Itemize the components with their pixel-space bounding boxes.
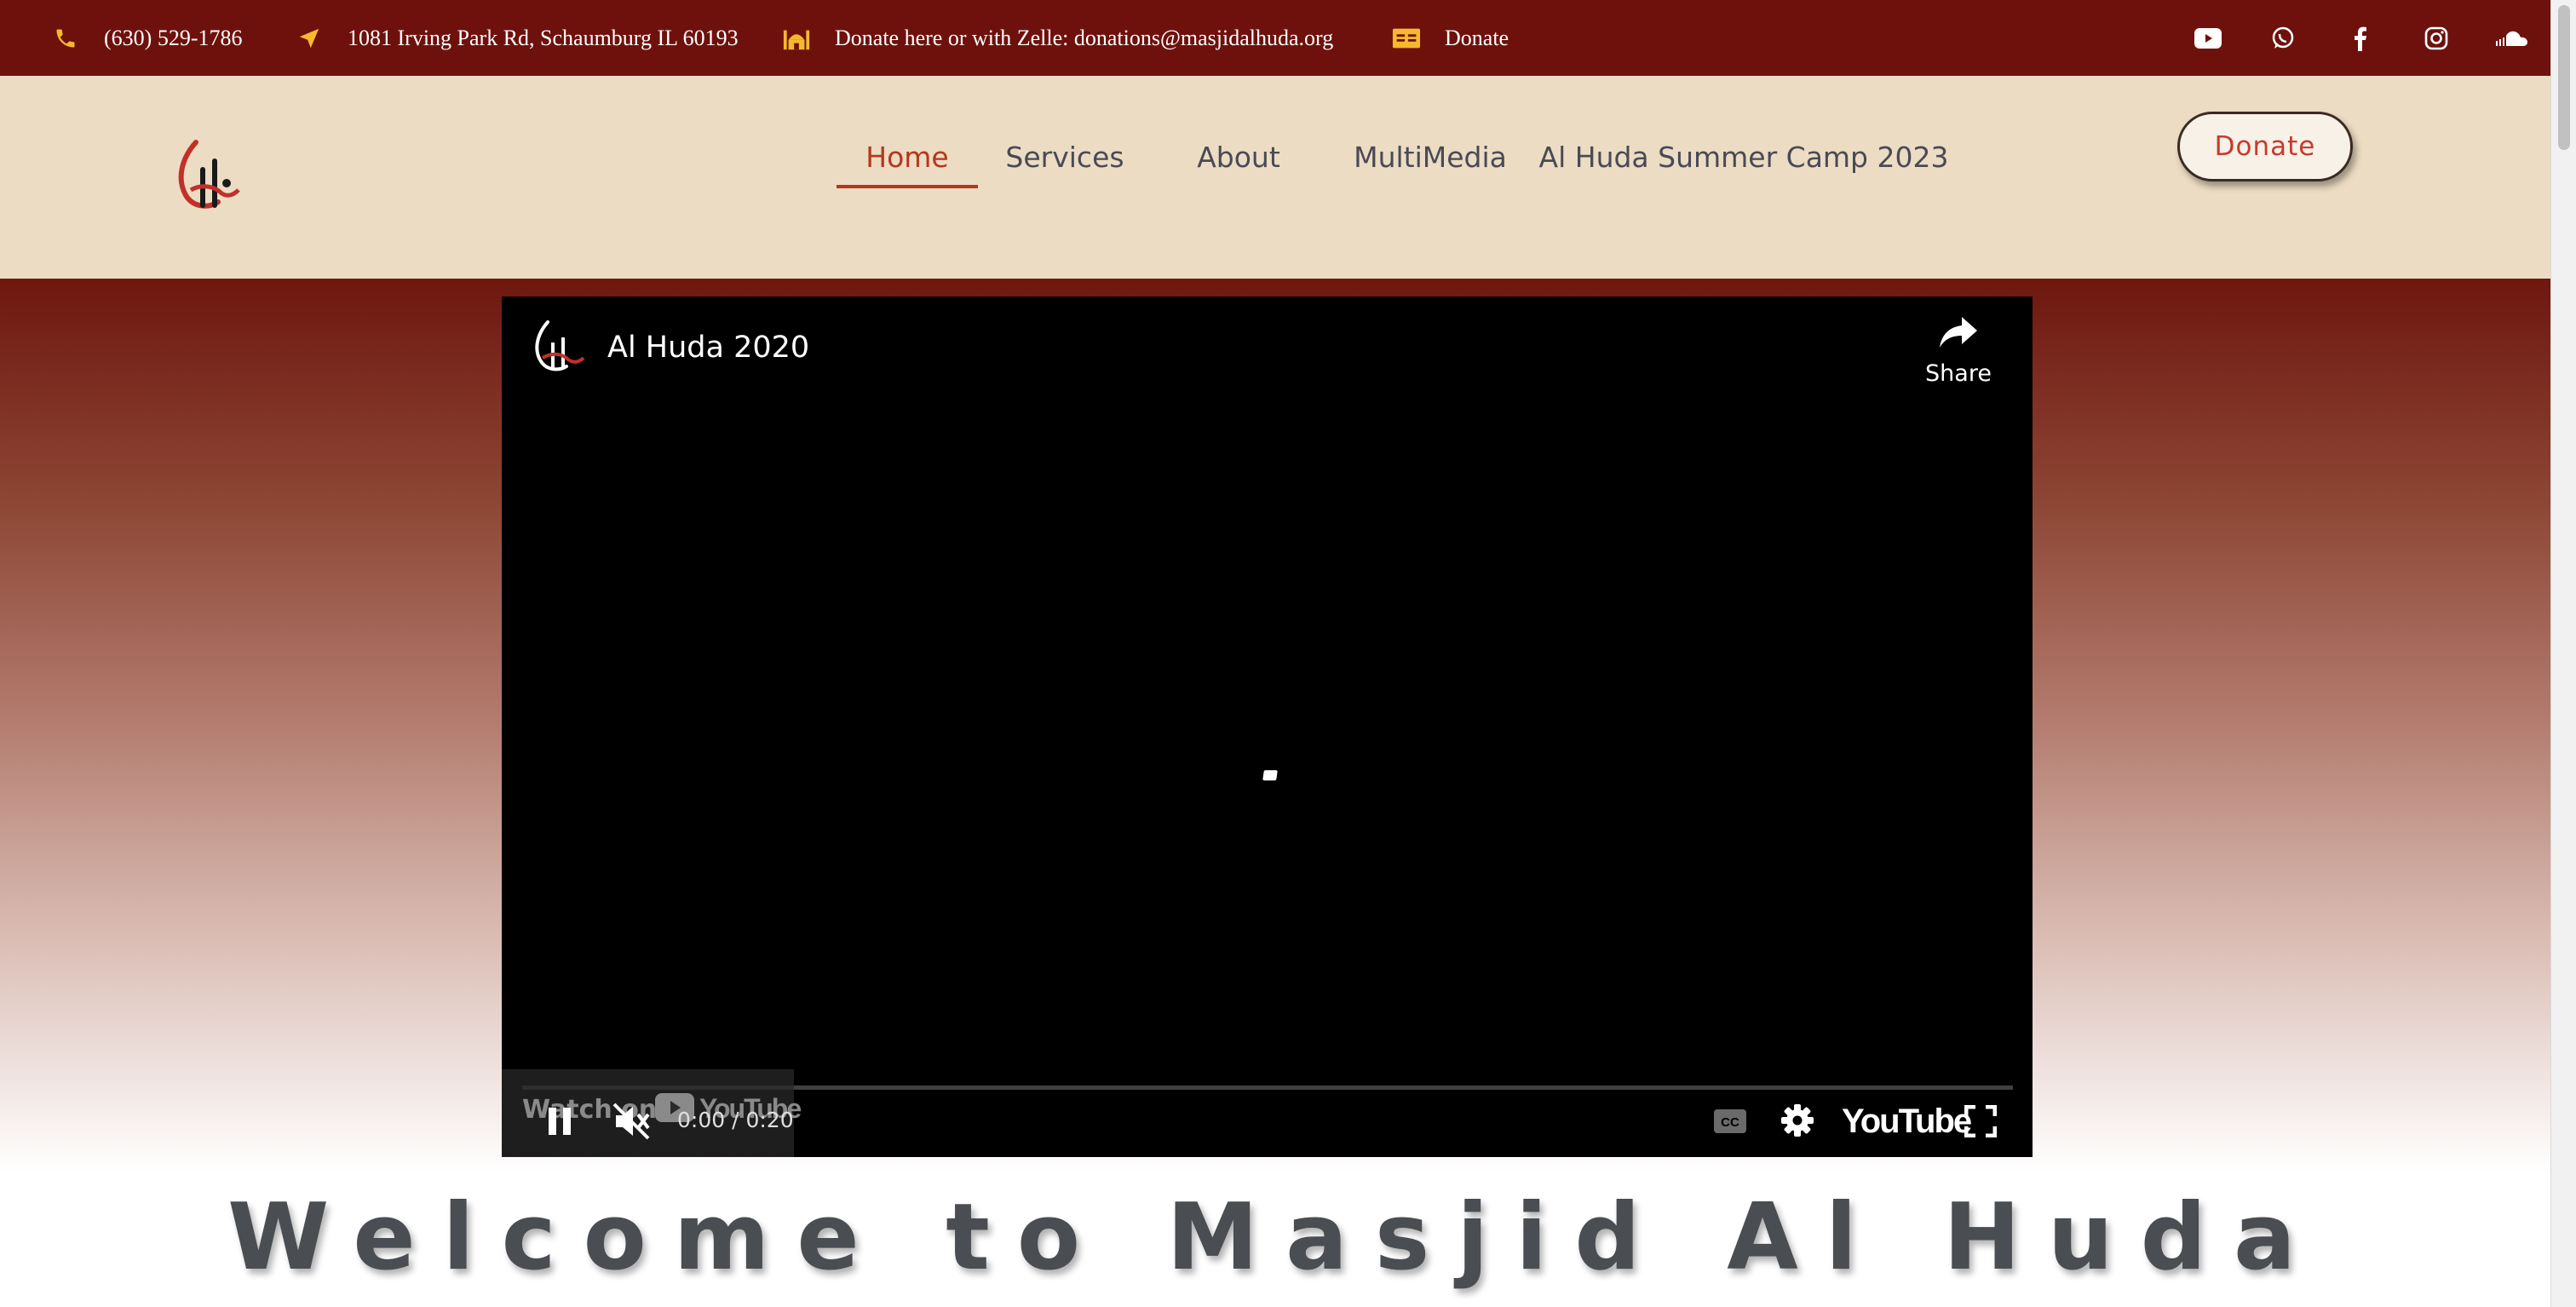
page-scrollbar[interactable] [2550,0,2576,1307]
muted-volume-icon[interactable] [611,1101,653,1142]
nav-home[interactable]: Home [837,127,978,187]
welcome-heading: Welcome to Masjid Al Huda [227,1184,2323,1291]
settings-gear-icon[interactable] [1778,1101,1817,1140]
share-label: Share [1925,360,1992,387]
channel-logo[interactable] [526,315,589,378]
nav-multimedia[interactable]: MultiMedia [1344,127,1516,187]
nav-active-underline [837,185,978,188]
site-logo[interactable] [170,135,247,217]
share-button[interactable]: Share [1916,315,2001,397]
instagram-icon[interactable] [2419,0,2453,76]
captions-icon[interactable]: CC [1711,1106,1749,1137]
address-info[interactable]: 1081 Irving Park Rd, Schaumburg IL 60193 [295,0,739,76]
video-title[interactable]: Al Huda 2020 [607,331,809,365]
nav-services[interactable]: Services [997,127,1133,187]
phone-number: (630) 529-1786 [104,25,243,50]
address-text: 1081 Irving Park Rd, Schaumburg IL 60193 [348,25,739,50]
loading-spinner [1262,770,1278,780]
site-header: Home Services About MultiMedia Al Huda S… [0,76,2550,279]
top-info-bar: (630) 529-1786 1081 Irving Park Rd, Scha… [0,0,2550,76]
facebook-icon[interactable] [2343,0,2377,76]
nav-about[interactable]: About [1170,127,1307,187]
donate-top-text: Donate [1445,25,1509,50]
scrollbar-thumb[interactable] [2558,5,2570,150]
mosque-icon [782,24,811,53]
video-time: 0:00 / 0:20 [677,1108,794,1132]
soundcloud-icon[interactable] [2494,0,2528,76]
donate-top-link[interactable]: Donate [1392,0,1509,76]
zelle-info[interactable]: Donate here or with Zelle: donations@mas… [782,0,1333,76]
pause-icon[interactable] [543,1103,577,1140]
zelle-text: Donate here or with Zelle: donations@mas… [835,25,1334,50]
phone-icon [51,24,80,53]
fullscreen-icon[interactable] [1962,1103,1999,1140]
svg-text:CC: CC [1721,1115,1739,1130]
donate-button[interactable]: Donate [2177,112,2353,181]
nav-summer-camp[interactable]: Al Huda Summer Camp 2023 [1539,127,1949,187]
share-icon [1938,315,1979,354]
whatsapp-icon[interactable] [2266,0,2300,76]
location-arrow-icon [295,24,324,53]
phone-info[interactable]: (630) 529-1786 [51,0,242,76]
youtube-video-player[interactable]: Al Huda 2020 Share Watch on YouTube 0:00… [502,297,2033,1157]
youtube-icon[interactable] [2191,0,2225,76]
money-bill-icon [1392,24,1421,53]
youtube-wordmark[interactable]: YouTube [1842,1103,1972,1141]
